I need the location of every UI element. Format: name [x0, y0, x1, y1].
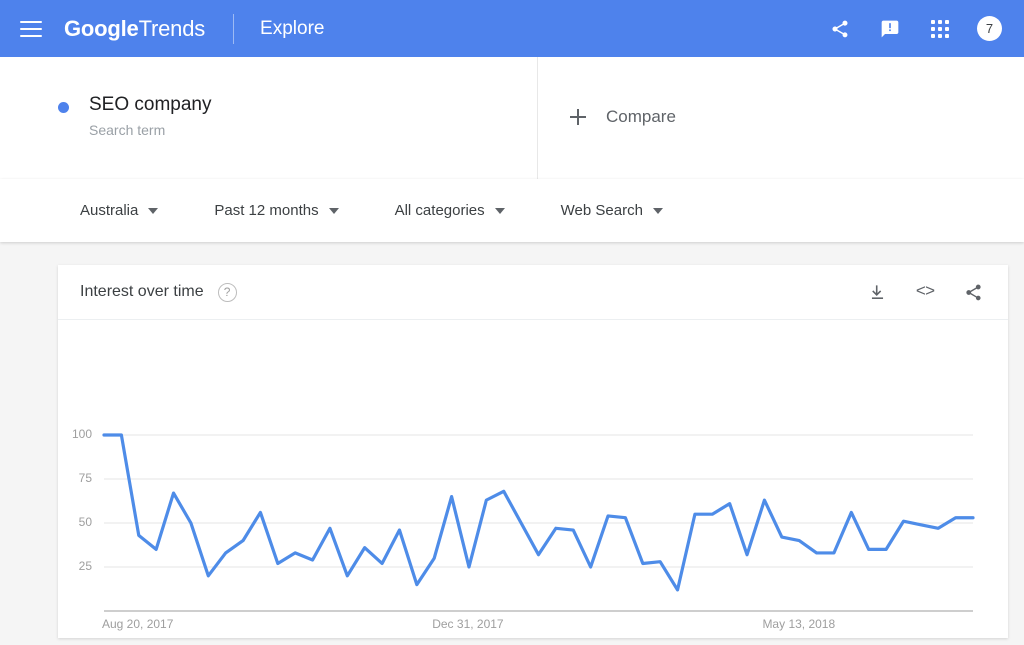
hamburger-menu-icon[interactable]: [20, 20, 42, 37]
compare-button[interactable]: Compare: [538, 57, 1024, 179]
compare-label: Compare: [606, 107, 676, 126]
search-term-type: Search term: [89, 122, 166, 138]
plus-icon: [570, 109, 586, 125]
filter-bar: Australia Past 12 months All categories …: [0, 179, 1024, 242]
interest-over-time-card: Interest over time ? <> 255075100 Aug: [58, 265, 1008, 638]
filter-time-range[interactable]: Past 12 months: [214, 202, 339, 219]
chart-x-tick-label: Aug 20, 2017: [102, 617, 174, 631]
explore-link[interactable]: Explore: [260, 18, 324, 40]
chart-y-tick-label: 100: [71, 427, 92, 441]
apps-grid-icon[interactable]: [927, 16, 953, 42]
hamburger-line: [20, 27, 42, 30]
query-row: SEO company Search term Compare: [0, 57, 1024, 179]
filter-time-range-label: Past 12 months: [214, 202, 319, 219]
google-trends-logo[interactable]: GoogleTrends: [64, 16, 205, 42]
app-bar-actions: 7: [827, 16, 1002, 42]
chart-svg: [102, 433, 975, 612]
card-title: Interest over time: [80, 283, 204, 300]
hamburger-line: [20, 20, 42, 23]
help-question-icon[interactable]: ?: [217, 282, 237, 302]
filter-search-type-label: Web Search: [560, 202, 643, 219]
chevron-down-icon: [652, 207, 663, 214]
chevron-down-icon: [328, 207, 339, 214]
filter-category-label: All categories: [394, 202, 485, 219]
share-icon[interactable]: [960, 279, 986, 305]
chart-y-tick-label: 25: [78, 559, 92, 573]
search-term-card[interactable]: SEO company Search term: [58, 57, 538, 179]
hamburger-line: [20, 34, 42, 37]
filter-location[interactable]: Australia: [80, 202, 159, 219]
download-icon[interactable]: [864, 279, 890, 305]
filter-location-label: Australia: [80, 202, 139, 219]
feedback-icon[interactable]: [877, 16, 903, 42]
apps-grid-dots: [931, 19, 949, 38]
chart-x-tick-label: Dec 31, 2017: [432, 617, 504, 631]
filter-category[interactable]: All categories: [395, 202, 505, 219]
series-color-dot: [58, 102, 69, 113]
share-icon[interactable]: [827, 16, 853, 42]
brand-google: Google: [64, 15, 139, 41]
app-bar: GoogleTrends Explore 7: [0, 0, 1024, 57]
app-bar-divider: [233, 13, 235, 44]
chart-x-tick-label: May 13, 2018: [762, 617, 836, 631]
chart-y-tick-label: 50: [78, 515, 92, 529]
chevron-down-icon: [494, 207, 505, 214]
filter-search-type[interactable]: Web Search: [561, 202, 663, 219]
embed-code-icon[interactable]: <>: [912, 279, 938, 305]
brand-trends: Trends: [138, 15, 206, 41]
avatar[interactable]: 7: [977, 16, 1002, 41]
chart-y-tick-label: 75: [78, 471, 92, 485]
card-actions: <>: [864, 279, 986, 305]
chevron-down-icon: [148, 207, 159, 214]
interest-over-time-chart: 25 50 75 100 Aug 20, 2017 Dec 31, 2017 May 13…: [58, 320, 1008, 637]
search-term-block: SEO company Search term: [89, 93, 212, 179]
card-header: Interest over time ? <>: [58, 265, 1008, 320]
search-term-text: SEO company: [89, 94, 212, 115]
